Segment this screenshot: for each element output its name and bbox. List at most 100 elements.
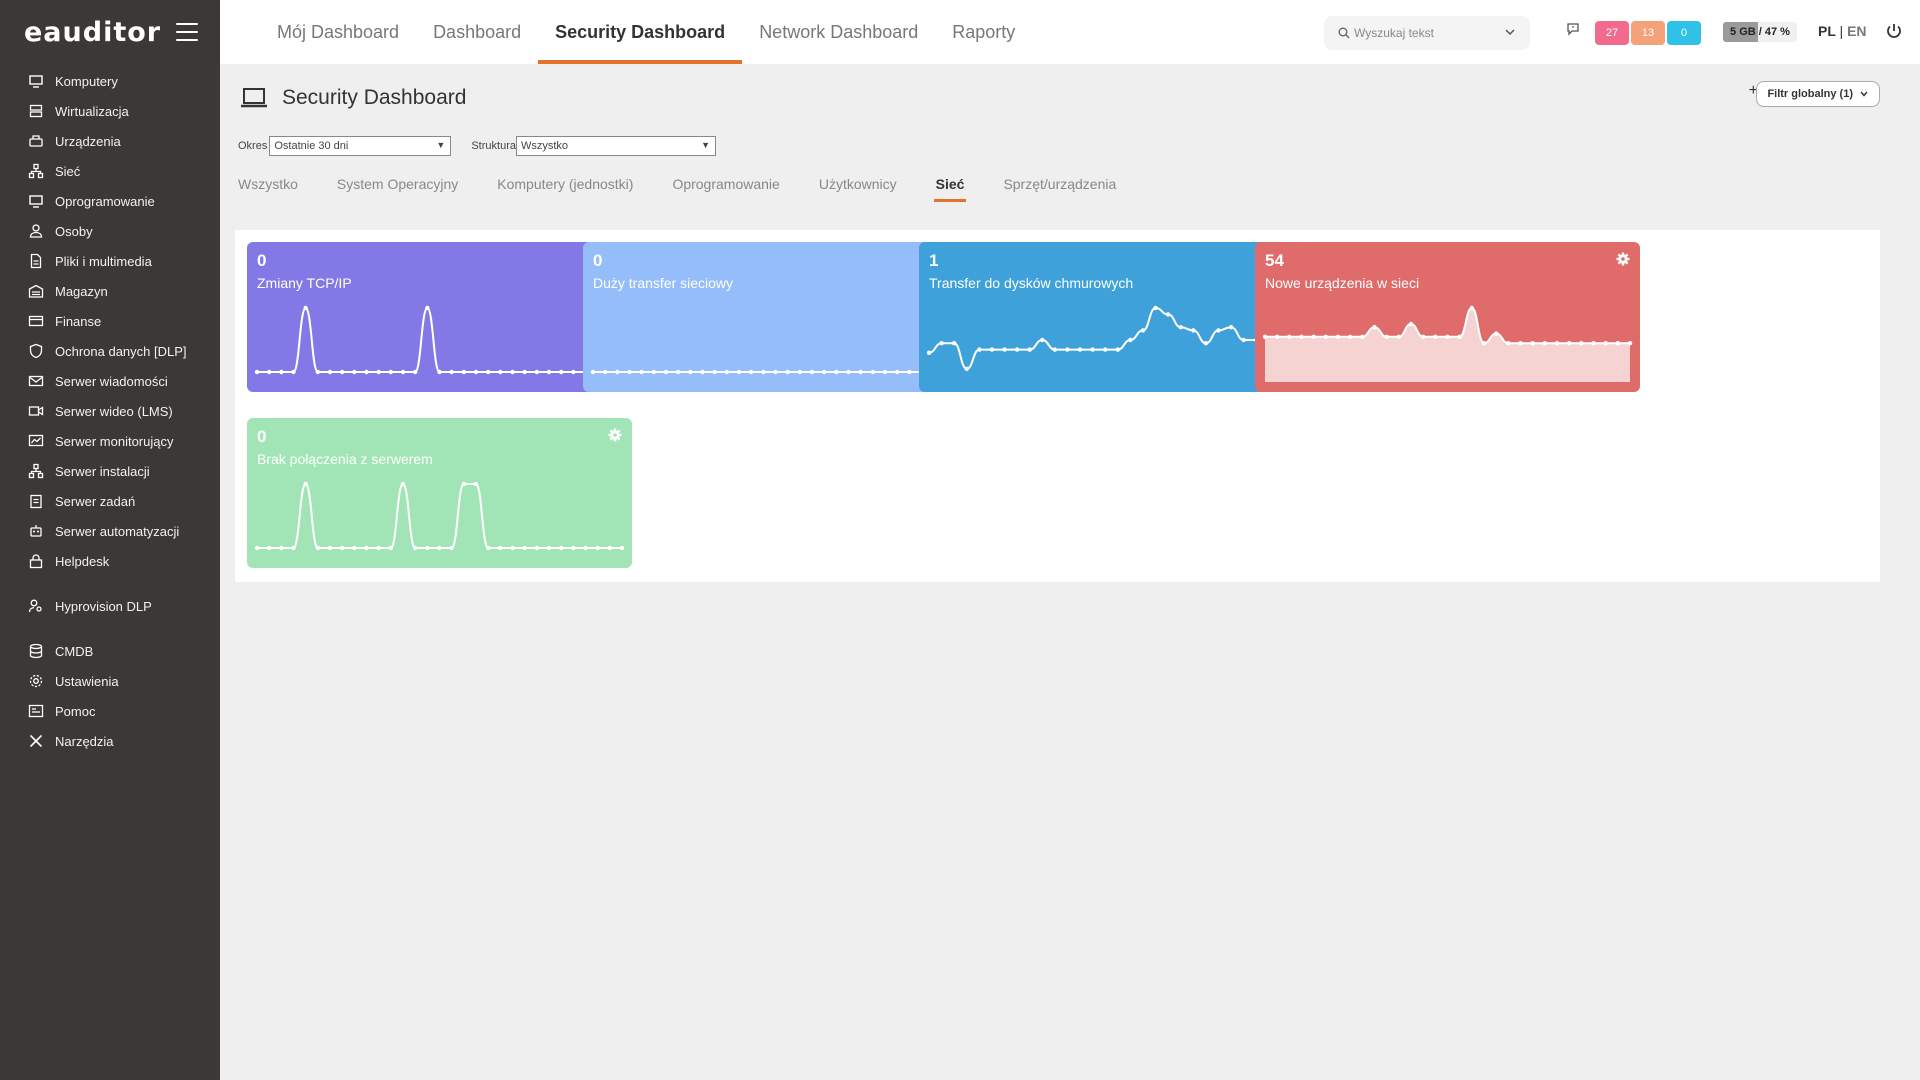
sparkline-point bbox=[303, 481, 308, 487]
sidebar-item-serwer-wideo-lms[interactable]: Serwer wideo (LMS) bbox=[0, 396, 220, 426]
sparkline-point bbox=[773, 369, 778, 375]
sparkline-point bbox=[1262, 334, 1268, 339]
sparkline-point bbox=[1347, 334, 1353, 339]
widget-value: 54 bbox=[1265, 251, 1284, 270]
sparkline-point bbox=[926, 350, 932, 355]
sparkline-point bbox=[266, 369, 272, 375]
sparkline-point bbox=[615, 369, 620, 375]
sidebar-item-ustawienia[interactable]: Ustawienia bbox=[0, 666, 220, 696]
sidebar-item-urzadzenia[interactable]: Urządzenia bbox=[0, 126, 220, 156]
widget-card-transfer-do-dyskow-chmurowych[interactable]: 1 Transfer do dysków chmurowych bbox=[919, 242, 1304, 392]
subtab-wszystko[interactable]: Wszystko bbox=[238, 176, 298, 202]
subtab-siec[interactable]: Sieć bbox=[933, 176, 967, 202]
sparkline-point bbox=[1040, 337, 1045, 343]
sidebar-item-siec[interactable]: Sieć bbox=[0, 156, 220, 186]
sparkline-point bbox=[1311, 334, 1316, 339]
sparkline-point bbox=[1274, 334, 1280, 339]
sparkline-point bbox=[364, 545, 369, 551]
sparkline-point bbox=[797, 369, 803, 375]
tab-network-dashboard[interactable]: Network Dashboard bbox=[742, 0, 935, 64]
nav-separator bbox=[0, 621, 220, 636]
sparkline-point bbox=[339, 545, 345, 551]
search-icon bbox=[1338, 27, 1350, 39]
sparkline-point bbox=[412, 545, 418, 551]
search-box[interactable]: Wyszukaj tekst bbox=[1324, 16, 1530, 50]
sidebar-item-serwer-automatyzacji[interactable]: Serwer automatyzacji bbox=[0, 516, 220, 546]
sparkline-point bbox=[939, 341, 944, 346]
sparkline-point bbox=[627, 369, 632, 375]
sparkline-point bbox=[785, 369, 790, 375]
hamburger-menu-icon[interactable] bbox=[176, 23, 198, 41]
sidebar-item-cmdb[interactable]: CMDB bbox=[0, 636, 220, 666]
sidebar-item-serwer-zadan[interactable]: Serwer zadań bbox=[0, 486, 220, 516]
sparkline-point bbox=[1335, 334, 1341, 339]
sparkline-point bbox=[1408, 321, 1414, 327]
subtab-sprzet-urzadzenia[interactable]: Sprzęt/urządzenia bbox=[1003, 176, 1116, 202]
sparkline-point bbox=[558, 369, 564, 375]
gear-icon[interactable] bbox=[608, 428, 622, 447]
sparkline-point bbox=[412, 369, 418, 375]
structure-select[interactable]: Wszystko ▼ bbox=[515, 136, 716, 156]
sidebar-item-pomoc[interactable]: Pomoc bbox=[0, 696, 220, 726]
sparkline-point bbox=[1384, 334, 1389, 339]
period-select[interactable]: Ostatnie 30 dni ▼ bbox=[269, 136, 452, 156]
shield-icon bbox=[28, 343, 44, 359]
sparkline-point bbox=[473, 369, 479, 375]
alert-badge-orange[interactable]: 13 bbox=[1631, 21, 1665, 45]
widget-card-zmiany-tcp-ip[interactable]: 0 Zmiany TCP/IP bbox=[247, 242, 632, 392]
sidebar-item-wirtualizacja[interactable]: Wirtualizacja bbox=[0, 96, 220, 126]
alert-badge-blue[interactable]: 0 bbox=[1667, 21, 1701, 45]
sidebar-item-ochrona-danych-dlp[interactable]: Ochrona danych [DLP] bbox=[0, 336, 220, 366]
sidebar-item-magazyn[interactable]: Magazyn bbox=[0, 276, 220, 306]
sparkline-point bbox=[534, 545, 540, 551]
sidebar-item-label: Urządzenia bbox=[55, 133, 121, 149]
tab-dashboard[interactable]: Dashboard bbox=[416, 0, 538, 64]
sidebar-item-narzedzia[interactable]: Narzędzia bbox=[0, 726, 220, 756]
sidebar-item-serwer-monitorujacy[interactable]: Serwer monitorujący bbox=[0, 426, 220, 456]
subtab-system-operacyjny[interactable]: System Operacyjny bbox=[337, 176, 458, 202]
subtab-uzytkownicy[interactable]: Użytkownicy bbox=[819, 176, 897, 202]
gear-icon[interactable] bbox=[1616, 252, 1630, 271]
widget-card-brak-polaczenia-z-serwerem[interactable]: 0 Brak połączenia z serwerem bbox=[247, 418, 632, 568]
sidebar-item-hyprovision-dlp[interactable]: Hyprovision DLP bbox=[0, 591, 220, 621]
widget-card-nowe-urzadzenia-w-sieci[interactable]: 54 Nowe urządzenia w sieci bbox=[1255, 242, 1640, 392]
sparkline-point bbox=[1433, 334, 1438, 339]
sparkline-point bbox=[977, 347, 982, 352]
warehouse-icon bbox=[28, 283, 44, 299]
global-filter-button[interactable]: Filtr globalny (1) bbox=[1756, 81, 1880, 107]
tab-security-dashboard[interactable]: Security Dashboard bbox=[538, 0, 743, 64]
tab-raporty[interactable]: Raporty bbox=[935, 0, 1032, 64]
app-logo[interactable]: eauditor bbox=[24, 17, 161, 48]
mail-icon bbox=[28, 373, 44, 389]
sparkline-point bbox=[1090, 347, 1095, 352]
sidebar-item-osoby[interactable]: Osoby bbox=[0, 216, 220, 246]
sidebar-item-serwer-instalacji[interactable]: Serwer instalacji bbox=[0, 456, 220, 486]
subtab-komputery-jednostki[interactable]: Komputery (jednostki) bbox=[497, 176, 633, 202]
sparkline-point bbox=[461, 481, 467, 487]
sidebar-item-pliki-i-multimedia[interactable]: Pliki i multimedia bbox=[0, 246, 220, 276]
search-placeholder: Wyszukaj tekst bbox=[1354, 26, 1434, 40]
power-icon[interactable] bbox=[1885, 22, 1903, 40]
devices-icon bbox=[28, 133, 44, 149]
chevron-down-icon[interactable] bbox=[1504, 26, 1516, 38]
sidebar-item-helpdesk[interactable]: Helpdesk bbox=[0, 546, 220, 576]
alert-badge-red[interactable]: 27 bbox=[1595, 21, 1629, 45]
sidebar-item-serwer-wiadomosci[interactable]: Serwer wiadomości bbox=[0, 366, 220, 396]
lang-en[interactable]: EN bbox=[1847, 23, 1866, 39]
lang-pl[interactable]: PL bbox=[1818, 23, 1836, 39]
message-icon[interactable] bbox=[1566, 22, 1580, 36]
tab-moj-dashboard[interactable]: Mój Dashboard bbox=[260, 0, 416, 64]
sparkline-point bbox=[400, 369, 406, 375]
sidebar-item-komputery[interactable]: Komputery bbox=[0, 66, 220, 96]
sparkline-point bbox=[1615, 341, 1621, 346]
sparkline-point bbox=[724, 369, 730, 375]
sparkline-point bbox=[1077, 347, 1083, 352]
widget-card-duzy-transfer-sieciowy[interactable]: 0 Duży transfer sieciowy bbox=[583, 242, 968, 392]
help-icon bbox=[28, 703, 44, 719]
sparkline-point bbox=[1027, 347, 1032, 352]
widget-title: Brak połączenia z serwerem bbox=[257, 451, 433, 467]
sparkline-point bbox=[1140, 328, 1146, 333]
sidebar-item-finanse[interactable]: Finanse bbox=[0, 306, 220, 336]
subtab-oprogramowanie[interactable]: Oprogramowanie bbox=[672, 176, 779, 202]
sidebar-item-oprogramowanie[interactable]: Oprogramowanie bbox=[0, 186, 220, 216]
